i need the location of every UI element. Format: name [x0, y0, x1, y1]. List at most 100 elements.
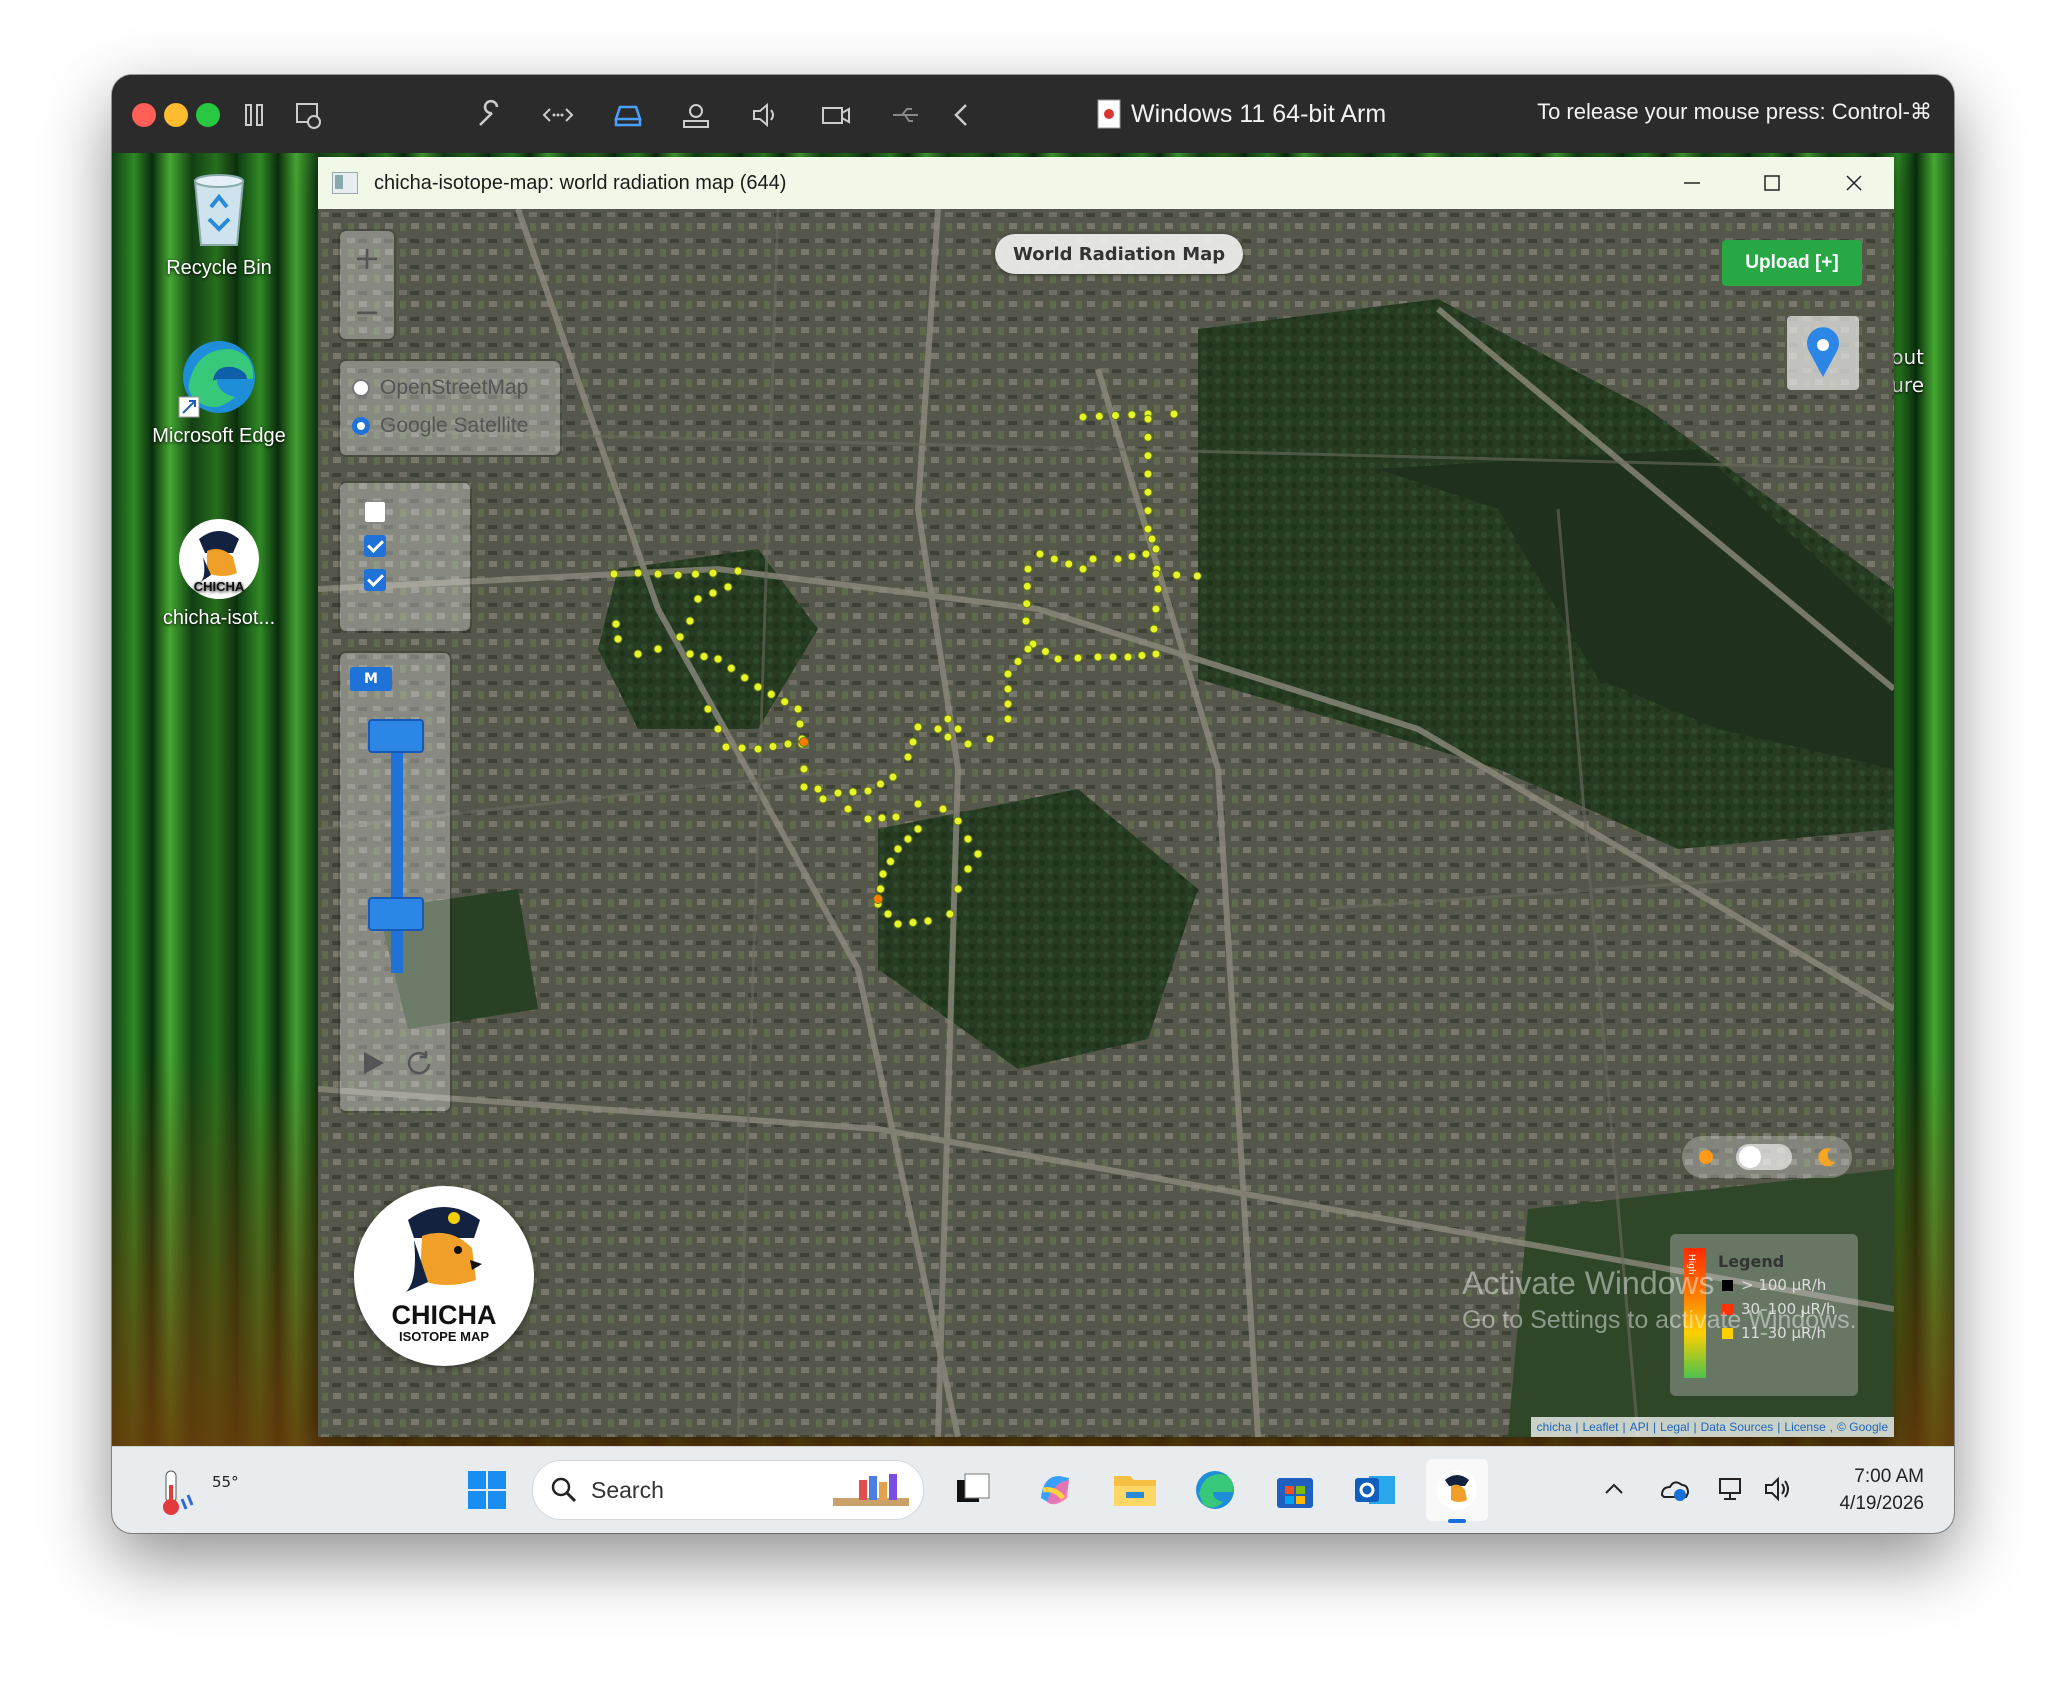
usb-icon[interactable]: [888, 97, 924, 133]
measurement-point[interactable]: [1123, 652, 1133, 662]
measurement-point[interactable]: [1151, 569, 1161, 579]
desktop-icon-chicha[interactable]: CHICHA chicha-isot...: [144, 517, 294, 630]
measurement-point[interactable]: [1113, 554, 1123, 564]
locate-button[interactable]: [1787, 316, 1859, 390]
measurement-point[interactable]: [1169, 409, 1179, 419]
measurement-point[interactable]: [886, 857, 895, 866]
measurement-point[interactable]: [913, 824, 923, 834]
measurement-point[interactable]: [973, 849, 983, 859]
measurement-point[interactable]: [740, 673, 750, 683]
period-badge[interactable]: M: [350, 667, 392, 691]
measurement-point[interactable]: [691, 569, 700, 579]
desktop-icon-edge[interactable]: Microsoft Edge: [144, 335, 294, 448]
measurement-point[interactable]: [685, 616, 695, 626]
measurement-point[interactable]: [876, 779, 885, 789]
measurement-point[interactable]: [943, 732, 953, 742]
measurement-point[interactable]: [675, 632, 685, 642]
radio-button[interactable]: [352, 379, 370, 397]
chicha-taskbar-button[interactable]: [1426, 1459, 1488, 1523]
measurement-point[interactable]: [1143, 432, 1153, 442]
measurement-point[interactable]: [891, 812, 901, 822]
copilot-button[interactable]: [1024, 1459, 1086, 1521]
taskbar-search[interactable]: Search: [532, 1460, 924, 1520]
measurement-point[interactable]: [878, 869, 888, 879]
layer-option-osm[interactable]: OpenStreetMap: [352, 369, 548, 407]
measurement-point[interactable]: [1143, 451, 1153, 461]
measurement-point[interactable]: [708, 588, 718, 598]
attribution-link[interactable]: chicha: [1537, 1420, 1572, 1434]
measurement-point[interactable]: [766, 689, 776, 699]
measurement-point[interactable]: [723, 582, 733, 592]
measurement-point[interactable]: [913, 722, 923, 732]
wrench-icon[interactable]: [472, 97, 508, 133]
measurement-point[interactable]: [1141, 549, 1151, 559]
theme-switch-knob[interactable]: [1736, 1144, 1792, 1170]
measurement-point[interactable]: [893, 844, 903, 854]
chevron-up-icon[interactable]: [1600, 1475, 1628, 1503]
onedrive-icon[interactable]: [1658, 1473, 1690, 1505]
measurement-point[interactable]: [1111, 411, 1120, 420]
zoom-traffic-light[interactable]: [196, 103, 220, 127]
measurement-point[interactable]: [768, 742, 778, 751]
measurement-point[interactable]: [1041, 647, 1050, 656]
radio-button[interactable]: [352, 417, 370, 435]
measurement-point[interactable]: [1003, 699, 1013, 709]
user-camera-icon[interactable]: [678, 97, 714, 133]
measurement-point[interactable]: [877, 813, 887, 823]
measurement-point[interactable]: [721, 742, 731, 752]
measurement-point[interactable]: [1143, 524, 1153, 534]
minimize-traffic-light[interactable]: [164, 103, 188, 127]
overlay-checkbox-3[interactable]: [364, 569, 386, 591]
edge-button[interactable]: [1184, 1459, 1246, 1521]
measurement-point[interactable]: [737, 743, 747, 753]
measurement-point[interactable]: [1172, 570, 1182, 580]
video-camera-icon[interactable]: [818, 97, 854, 133]
measurement-point[interactable]: [703, 704, 713, 714]
desktop-icon-recycle-bin[interactable]: Recycle Bin: [144, 167, 294, 280]
measurement-point[interactable]: [843, 804, 853, 814]
file-explorer-button[interactable]: [1104, 1459, 1166, 1521]
measurement-point[interactable]: [1094, 411, 1104, 421]
measurement-point[interactable]: [613, 634, 623, 644]
measurement-point[interactable]: [1088, 554, 1098, 564]
measurement-point[interactable]: [863, 814, 873, 824]
measurement-point[interactable]: [1147, 534, 1157, 544]
measurement-point[interactable]: [833, 788, 843, 798]
measurement-point[interactable]: [953, 724, 963, 734]
measurement-point[interactable]: [1003, 714, 1013, 724]
measurement-point[interactable]: [673, 570, 683, 580]
volume-icon[interactable]: [1762, 1473, 1794, 1505]
outlook-button[interactable]: [1344, 1459, 1406, 1521]
measurement-point[interactable]: [1143, 506, 1153, 516]
measurement-point[interactable]: [883, 909, 893, 919]
measurement-point[interactable]: [945, 909, 955, 919]
measurement-point[interactable]: [1078, 564, 1088, 574]
play-icon[interactable]: [358, 1048, 388, 1078]
measurement-point-elevated[interactable]: [799, 737, 809, 747]
measurement-point[interactable]: [938, 804, 948, 814]
measurement-point[interactable]: [1003, 684, 1013, 694]
theme-toggle[interactable]: [1682, 1136, 1852, 1178]
taskbar-clock[interactable]: 7:00 AM 4/19/2026: [1839, 1463, 1924, 1517]
measurement-point[interactable]: [1192, 571, 1202, 581]
zoom-out-button[interactable]: −: [340, 285, 394, 339]
measurement-point[interactable]: [708, 568, 718, 578]
measurement-point[interactable]: [1023, 564, 1033, 574]
maximize-button[interactable]: [1732, 157, 1812, 209]
measurement-point[interactable]: [1078, 412, 1088, 422]
radiation-map[interactable]: World Radiation Map Upload [+] + − OpenS…: [318, 209, 1894, 1437]
measurement-point[interactable]: [653, 644, 663, 654]
measurement-point[interactable]: [923, 916, 933, 926]
measurement-point[interactable]: [1143, 414, 1153, 424]
range-handle-end[interactable]: [368, 897, 424, 931]
measurement-point[interactable]: [903, 752, 913, 762]
measurement-point[interactable]: [963, 834, 973, 844]
measurement-point[interactable]: [1013, 657, 1023, 666]
minimize-button[interactable]: [1652, 157, 1732, 209]
upload-button[interactable]: Upload [+]: [1722, 240, 1862, 286]
weather-widget[interactable]: 55°: [154, 1461, 239, 1521]
measurement-point[interactable]: [963, 739, 973, 749]
measurement-point[interactable]: [611, 619, 621, 629]
measurement-point[interactable]: [876, 884, 885, 894]
measurement-point[interactable]: [903, 834, 913, 844]
